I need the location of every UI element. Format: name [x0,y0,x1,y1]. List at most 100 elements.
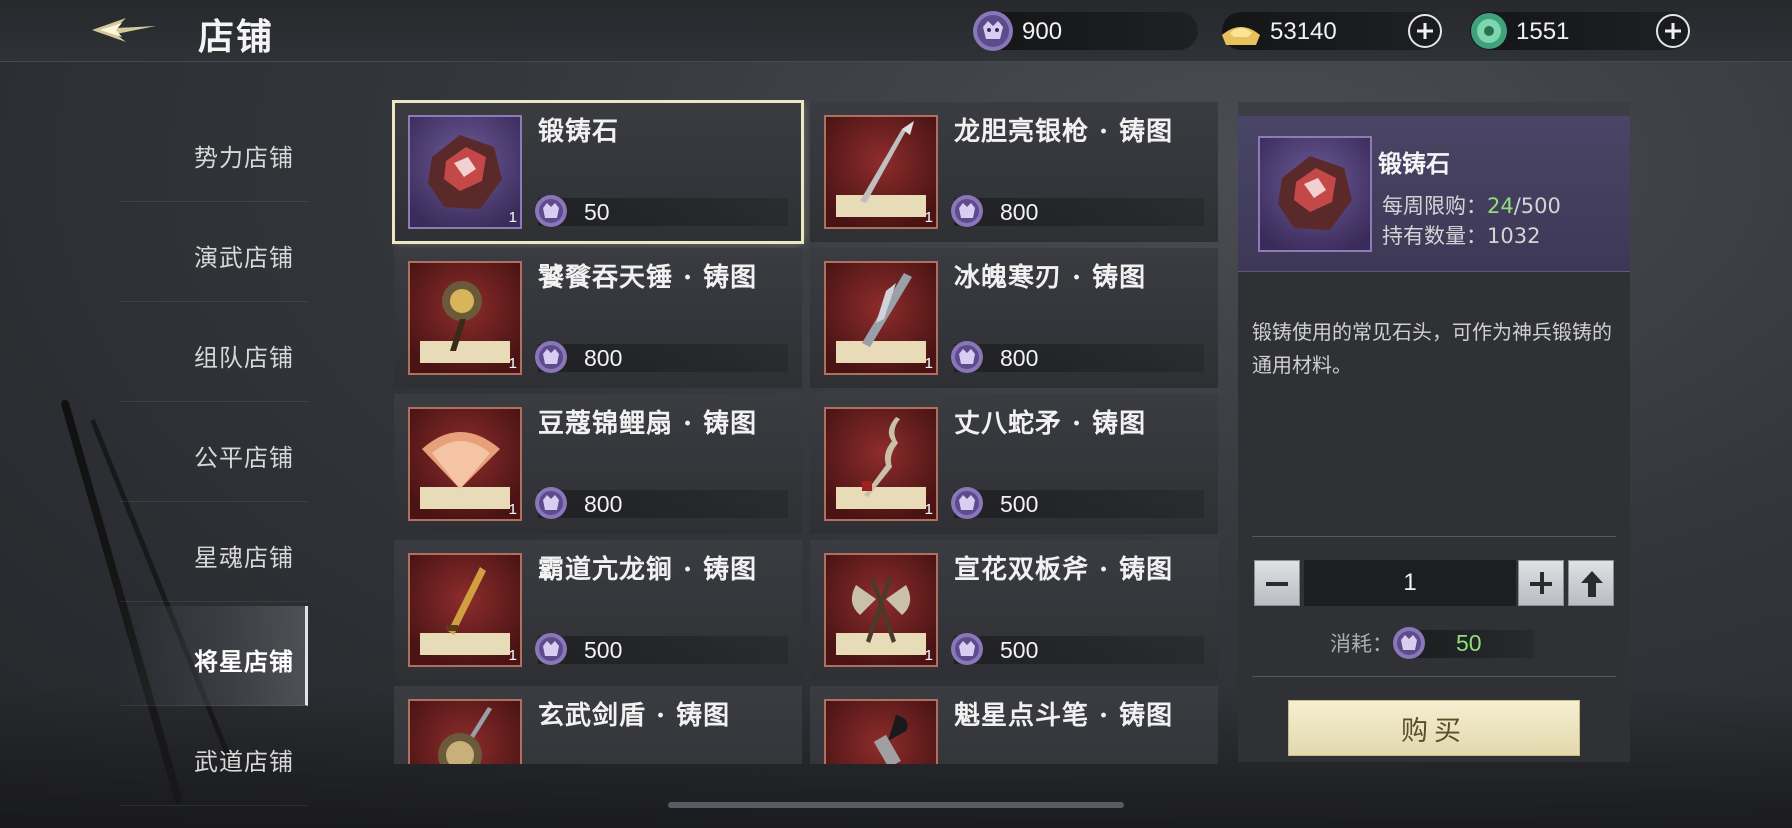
currency-value: 53140 [1270,18,1337,45]
forging-stone-icon [1278,156,1352,230]
shop-category-sidebar: 势力店铺 演武店铺 组队店铺 公平店铺 星魂店铺 将星店铺 武道店铺 [0,62,308,828]
item-quantity: 1 [508,355,517,372]
item-name: 锻铸石 [538,117,620,147]
item-name: 宣花双板斧 · 铸图 [954,555,1174,585]
item-price: 800 [535,341,788,373]
item-thumbnail: 1 [824,261,938,375]
weekly-limit-total: /500 [1513,194,1561,218]
item-name: 霸道亢龙锏 · 铸图 [538,555,758,585]
cost-display: 50 [1393,627,1534,659]
sidebar-item-label: 势力店铺 [194,144,294,172]
item-price: 800 [535,487,788,519]
shop-item-card[interactable]: 1 龙胆亮银枪 · 铸图 800 [810,102,1218,242]
item-thumbnail: 1 [408,261,522,375]
item-price-value: 500 [584,637,623,663]
item-quantity: 1 [924,647,933,664]
divider [1252,676,1616,677]
item-thumbnail [408,699,522,764]
currency-gold: 53140 [1222,12,1442,50]
item-thumbnail: 1 [408,553,522,667]
sidebar-item-martial-shop[interactable]: 武道店铺 [120,706,308,806]
decrease-quantity-button[interactable] [1254,560,1300,606]
back-button[interactable] [86,8,160,52]
detail-item-thumbnail [1258,136,1372,252]
purple-beast-token-icon [535,341,567,373]
item-name: 玄武剑盾 · 铸图 [538,701,731,731]
item-detail-panel: 锻铸石 每周限购：24/500 持有数量：1032 锻铸使用的常见石头，可作为神… [1238,102,1630,762]
page-title: 店铺 [198,16,275,58]
purple-beast-token-icon [951,195,983,227]
sidebar-item-team-shop[interactable]: 组队店铺 [120,302,308,402]
sidebar-item-drill-shop[interactable]: 演武店铺 [120,202,308,302]
item-price: 500 [951,487,1204,519]
item-quantity: 1 [508,501,517,518]
shop-item-card[interactable]: 1 锻铸石 50 [392,100,804,244]
item-detail-header: 锻铸石 每周限购：24/500 持有数量：1032 [1238,116,1630,272]
item-price-value: 50 [584,199,610,225]
currency-value: 900 [1022,18,1063,45]
currency-value: 1551 [1516,18,1570,45]
max-quantity-button[interactable] [1568,560,1614,606]
jade-coin-icon [1471,13,1507,49]
cost-label: 消耗： [1330,632,1393,656]
purple-beast-token-icon [973,11,1013,51]
item-name: 丈八蛇矛 · 铸图 [954,409,1147,439]
item-thumbnail: 1 [824,553,938,667]
sidebar-item-faction-shop[interactable]: 势力店铺 [120,102,308,202]
purple-beast-token-icon [535,195,567,227]
add-jade-button[interactable] [1656,14,1690,48]
purple-beast-token-icon [951,341,983,373]
item-price: 500 [951,633,1204,665]
item-name: 饕餮吞天锤 · 铸图 [538,263,758,293]
divider [1252,536,1616,537]
shop-item-card[interactable]: 1 豆蔻锦鲤扇 · 铸图 800 [394,394,802,534]
owned-value: 1032 [1487,224,1541,248]
spear-blueprint-icon [836,121,926,217]
forging-stone-icon [428,135,502,209]
shop-item-card[interactable]: 1 冰魄寒刃 · 铸图 800 [810,248,1218,388]
sidebar-item-fair-shop[interactable]: 公平店铺 [120,402,308,502]
shop-item-card[interactable]: 1 饕餮吞天锤 · 铸图 800 [394,248,802,388]
item-price-value: 500 [1000,491,1039,517]
add-gold-button[interactable] [1408,14,1442,48]
shop-item-card[interactable]: 1 霸道亢龙锏 · 铸图 500 [394,540,802,680]
item-quantity: 1 [924,501,933,518]
item-thumbnail [824,699,938,764]
shop-item-card[interactable]: 玄武剑盾 · 铸图 [394,686,802,764]
scrollbar-thumb[interactable] [668,802,1124,808]
sidebar-item-star-soul-shop[interactable]: 星魂店铺 [120,502,308,602]
shop-item-card[interactable]: 1 宣花双板斧 · 铸图 500 [810,540,1218,680]
item-price: 800 [951,195,1204,227]
top-bar: 店铺 900 53140 1551 [0,0,1792,62]
blade-blueprint-icon [836,273,926,363]
weekly-limit: 每周限购：24/500 [1382,190,1561,220]
purple-beast-token-icon [535,633,567,665]
quantity-input[interactable] [1304,560,1516,606]
weekly-limit-label: 每周限购： [1382,194,1487,218]
item-name: 龙胆亮银枪 · 铸图 [954,117,1174,147]
item-quantity: 1 [924,209,933,226]
item-thumbnail: 1 [408,115,522,229]
item-quantity: 1 [508,647,517,664]
gold-ingot-icon [1222,27,1260,45]
quantity-stepper [1254,560,1614,606]
increase-quantity-button[interactable] [1518,560,1564,606]
sidebar-item-general-star-shop[interactable]: 将星店铺 [120,606,308,706]
shop-item-card[interactable]: 魁星点斗笔 · 铸图 [810,686,1218,764]
arrow-up-icon [1581,571,1603,597]
item-description: 锻铸使用的常见石头，可作为神兵锻铸的通用材料。 [1252,320,1612,377]
cost-value: 50 [1456,630,1482,656]
buy-button[interactable]: 购买 [1288,700,1580,756]
owned-label: 持有数量： [1382,224,1487,248]
item-price-value: 800 [584,345,623,371]
sidebar-item-label: 将星店铺 [194,647,294,676]
horizontal-scrollbar[interactable] [668,802,1124,808]
item-name: 豆蔻锦鲤扇 · 铸图 [538,409,758,439]
item-name: 魁星点斗笔 · 铸图 [954,701,1174,731]
item-price-value: 500 [1000,637,1039,663]
shop-item-card[interactable]: 1 丈八蛇矛 · 铸图 500 [810,394,1218,534]
purple-beast-token-icon [535,487,567,519]
shop-item-grid[interactable]: 1 锻铸石 50 1 龙胆亮银枪 · 铸图 800 1 饕餮吞天锤 · 铸图 8… [392,100,1224,764]
item-price-value: 800 [584,491,623,517]
sidebar-item-label: 组队店铺 [194,344,294,372]
